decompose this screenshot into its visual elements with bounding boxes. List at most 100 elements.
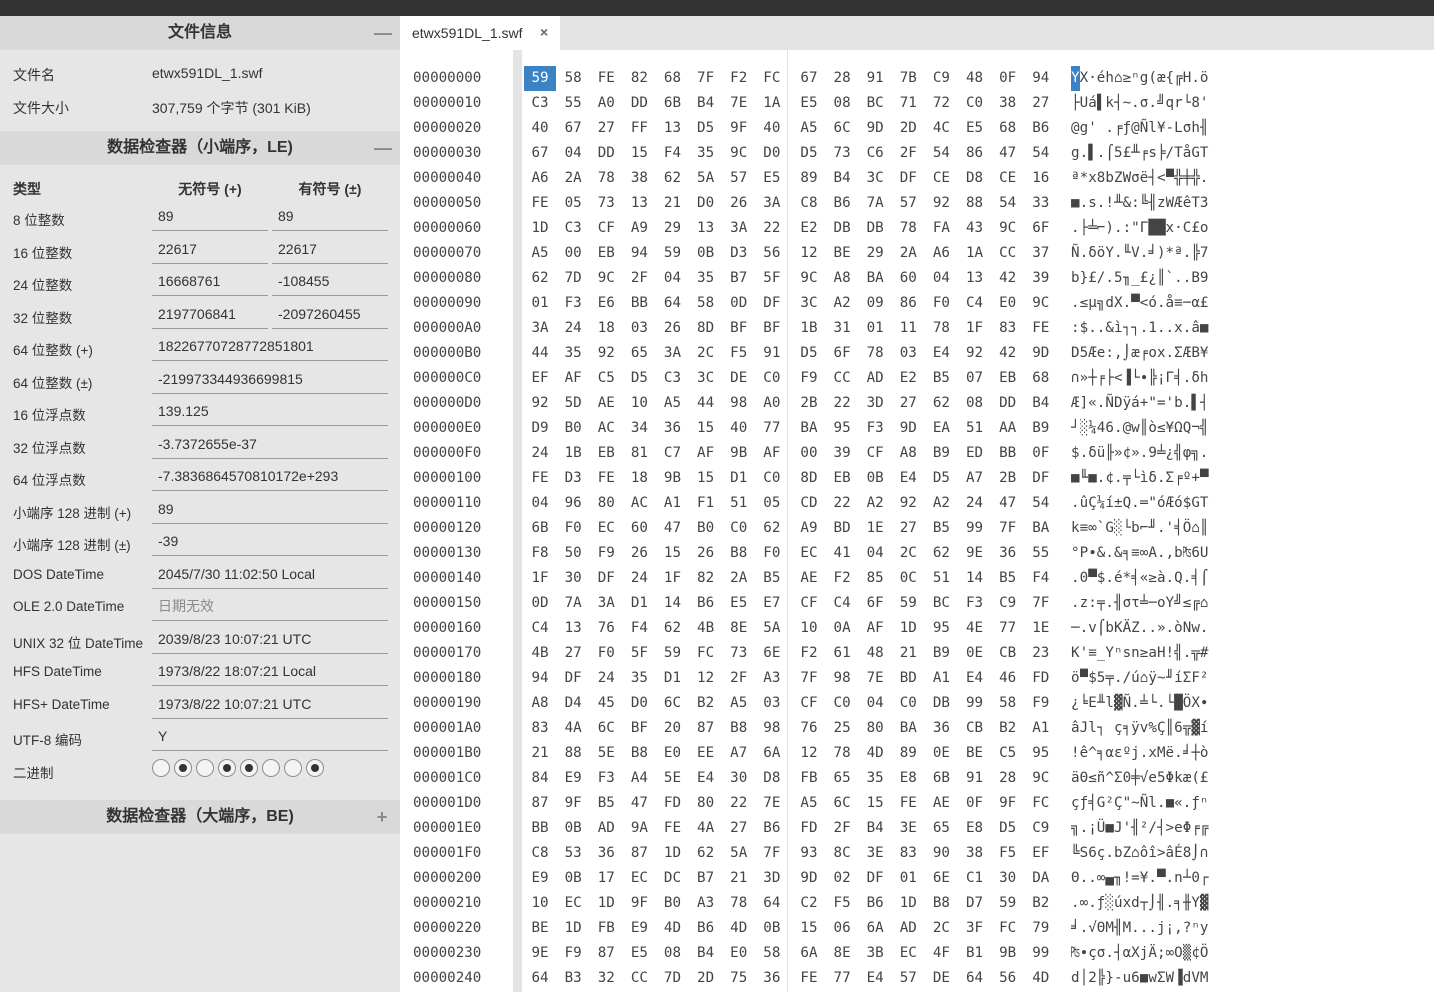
ascii-char[interactable]: ≥ <box>1148 566 1157 591</box>
ascii-char[interactable]: . <box>1088 866 1097 891</box>
ascii-char[interactable]: b <box>1105 616 1114 641</box>
hex-byte[interactable]: B3 <box>557 966 589 991</box>
hex-byte[interactable]: A4 <box>623 766 655 791</box>
hex-byte[interactable]: 91 <box>859 66 891 91</box>
ascii-char[interactable]: ▐ <box>1123 366 1132 391</box>
hex-byte[interactable]: A5 <box>723 691 755 716</box>
hex-byte[interactable]: 15 <box>859 791 891 816</box>
hex-byte[interactable]: B5 <box>590 791 622 816</box>
hex-byte[interactable]: 67 <box>557 116 589 141</box>
ascii-char[interactable]: ⌐ <box>1097 216 1106 241</box>
expand-icon[interactable]: + <box>374 800 390 834</box>
hex-byte[interactable]: EF <box>524 366 556 391</box>
hex-byte[interactable]: 07 <box>959 366 991 391</box>
ascii-char[interactable]: ì <box>1140 466 1149 491</box>
ascii-char[interactable]: ╟ <box>1105 441 1114 466</box>
ascii-char[interactable]: Q <box>1174 566 1183 591</box>
ascii-char[interactable]: $ <box>1097 566 1106 591</box>
hex-byte[interactable]: D3 <box>557 466 589 491</box>
hex-byte[interactable]: B9 <box>925 641 957 666</box>
hex-byte[interactable]: F5 <box>992 841 1024 866</box>
ascii-char[interactable]: ] <box>1080 391 1089 416</box>
hex-byte[interactable]: 35 <box>557 341 589 366</box>
hex-byte[interactable]: 9D <box>859 116 891 141</box>
ascii-char[interactable]: . <box>1097 141 1106 166</box>
hex-byte[interactable]: E8 <box>892 766 924 791</box>
ascii-char[interactable]: « <box>1088 391 1097 416</box>
ascii-char[interactable]: X <box>1080 66 1089 91</box>
hex-byte[interactable]: 96 <box>557 491 589 516</box>
hex-byte[interactable]: 27 <box>723 816 755 841</box>
hex-byte[interactable]: B6 <box>756 816 788 841</box>
ascii-char[interactable]: . <box>1148 616 1157 641</box>
hex-byte[interactable]: C0 <box>959 91 991 116</box>
hex-byte[interactable]: 3D <box>859 391 891 416</box>
ascii-char[interactable]: ║ <box>1157 266 1166 291</box>
ascii-char[interactable]: Æ <box>1166 491 1175 516</box>
ascii-char[interactable]: ■ <box>1071 466 1080 491</box>
hex-byte[interactable]: 51 <box>723 491 755 516</box>
hex-byte[interactable]: B8 <box>723 716 755 741</box>
hex-byte[interactable]: 56 <box>992 966 1024 991</box>
hex-byte[interactable]: 6E <box>925 866 957 891</box>
hex-byte[interactable]: F0 <box>590 641 622 666</box>
hex-byte[interactable]: 78 <box>925 316 957 341</box>
ascii-char[interactable]: b <box>1174 391 1183 416</box>
hex-byte[interactable]: E9 <box>623 916 655 941</box>
ascii-char[interactable]: £ <box>1088 266 1097 291</box>
hex-byte[interactable]: 1D <box>892 891 924 916</box>
hex-byte[interactable]: 85 <box>859 566 891 591</box>
hex-byte[interactable]: BE <box>524 916 556 941</box>
hex-byte[interactable]: 6F <box>859 591 891 616</box>
hex-byte[interactable]: 84 <box>524 766 556 791</box>
hex-byte[interactable]: 9D <box>793 866 825 891</box>
hex-byte[interactable]: 13 <box>690 216 722 241</box>
ascii-char[interactable]: └ <box>1123 516 1132 541</box>
ascii-char[interactable]: ≤ <box>1088 766 1097 791</box>
hex-byte[interactable]: 3C <box>690 366 722 391</box>
ascii-char[interactable]: . <box>1183 566 1192 591</box>
hex-byte[interactable]: FE <box>524 466 556 491</box>
ascii-char[interactable]: l <box>1148 116 1157 141</box>
ascii-char[interactable]: K <box>1114 616 1123 641</box>
ascii-char[interactable]: ╜ <box>1148 516 1157 541</box>
hex-byte[interactable]: 6A <box>793 941 825 966</box>
ascii-char[interactable]: ∙ <box>1088 541 1097 566</box>
ascii-char[interactable]: à <box>1157 566 1166 591</box>
ascii-char[interactable]: - <box>1114 966 1123 991</box>
ascii-char[interactable]: α <box>1105 741 1114 766</box>
hex-byte[interactable]: 88 <box>557 741 589 766</box>
ascii-char[interactable]: 5 <box>1114 266 1123 291</box>
hex-byte[interactable]: 44 <box>524 341 556 366</box>
hex-byte[interactable]: EB <box>826 466 858 491</box>
ascii-char[interactable]: . <box>1071 891 1080 916</box>
ascii-char[interactable]: ^ <box>1088 741 1097 766</box>
ascii-char[interactable]: ╨ <box>1131 141 1140 166</box>
ascii-char[interactable]: Ñ <box>1140 791 1149 816</box>
ascii-char[interactable]: e <box>1148 766 1157 791</box>
hex-byte[interactable]: 5F <box>756 266 788 291</box>
ascii-char[interactable]: j <box>1131 741 1140 766</box>
hex-byte[interactable]: 08 <box>826 91 858 116</box>
ascii-char[interactable]: . <box>1080 241 1089 266</box>
ascii-char[interactable]: b <box>1105 166 1114 191</box>
ascii-char[interactable]: ƒ <box>1080 791 1089 816</box>
ascii-char[interactable]: = <box>1131 866 1140 891</box>
hex-byte[interactable]: 89 <box>892 741 924 766</box>
ascii-char[interactable]: · <box>1174 216 1183 241</box>
hex-byte[interactable]: 39 <box>1025 266 1057 291</box>
hex-byte[interactable]: FD <box>793 816 825 841</box>
ascii-char[interactable]: ( <box>1148 66 1157 91</box>
hex-byte[interactable]: B8 <box>723 541 755 566</box>
hex-byte[interactable]: FB <box>793 766 825 791</box>
hex-byte[interactable]: 36 <box>992 541 1024 566</box>
ascii-char[interactable]: E <box>1088 691 1097 716</box>
ascii-char[interactable]: x <box>1088 166 1097 191</box>
hex-byte[interactable]: 0E <box>925 741 957 766</box>
hex-byte[interactable]: 09 <box>859 291 891 316</box>
hex-byte[interactable]: 58 <box>756 941 788 966</box>
inspector-unsigned-field[interactable]: 22617 <box>152 234 268 264</box>
ascii-char[interactable]: ╧ <box>1157 441 1166 466</box>
ascii-char[interactable]: ╚ <box>1071 841 1080 866</box>
hex-byte[interactable]: A3 <box>756 666 788 691</box>
